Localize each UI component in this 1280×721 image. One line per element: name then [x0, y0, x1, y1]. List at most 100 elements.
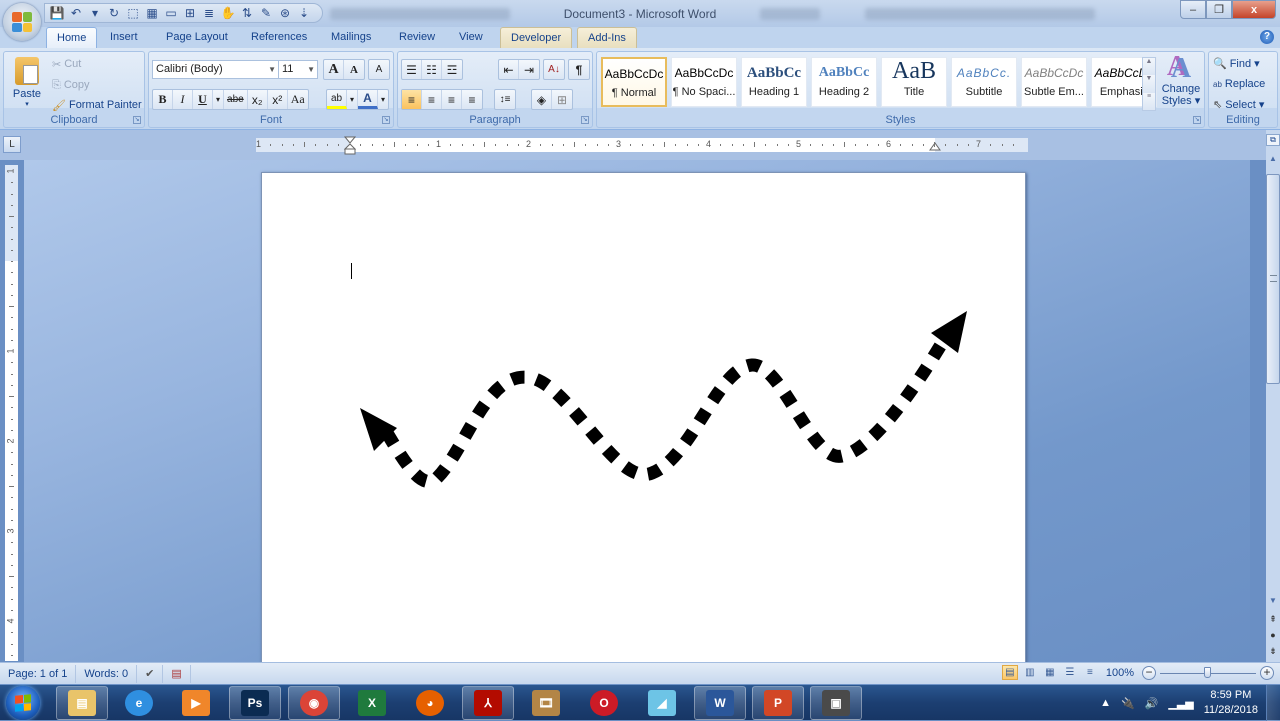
highlight-button[interactable]: ab	[327, 90, 347, 109]
select-button[interactable]: ⇖ Select ▾	[1213, 95, 1264, 113]
vertical-scrollbar[interactable]: ⧉ ▲ ▼ ⇞ ● ⇟	[1266, 130, 1280, 662]
taskbar-firefox[interactable]: ◕	[404, 686, 456, 720]
subscript-button[interactable]: x₂	[248, 90, 268, 109]
style-subtitle[interactable]: AaBbCc. Subtitle	[951, 57, 1017, 107]
underline-button[interactable]: U	[193, 90, 213, 109]
zoom-out-button[interactable]: −	[1142, 665, 1156, 680]
tab-developer[interactable]: Developer	[500, 27, 573, 48]
taskbar-notepad[interactable]: ◢	[636, 686, 688, 720]
italic-button[interactable]: I	[173, 90, 193, 109]
scroll-down-icon[interactable]: ▼	[1266, 596, 1280, 610]
chevron-down-icon[interactable]: ▼	[307, 61, 315, 78]
cut-button[interactable]: ✂ Cut	[52, 55, 81, 73]
justify-button[interactable]: ≡	[462, 90, 482, 109]
style-no-spacing[interactable]: AaBbCcDc ¶ No Spaci...	[671, 57, 737, 107]
volume-icon[interactable]: 🔊	[1145, 697, 1159, 710]
bold-button[interactable]: B	[153, 90, 173, 109]
taskbar-acrobat[interactable]: ⅄	[462, 686, 514, 720]
tab-add-ins[interactable]: Add-Ins	[577, 27, 637, 48]
replace-button[interactable]: ab Replace	[1213, 75, 1265, 93]
browse-object-icon[interactable]: ●	[1266, 630, 1280, 644]
font-color-button[interactable]: A	[358, 90, 379, 109]
web-layout-icon[interactable]: ▦	[1042, 665, 1058, 680]
taskbar-video-editor[interactable]: 🎞	[520, 686, 572, 720]
styles-gallery-scroll[interactable]: ▲ ▼ ≡	[1142, 57, 1156, 111]
chevron-down-icon[interactable]: ▼	[268, 61, 276, 78]
taskbar-media-player[interactable]: ▶	[170, 686, 222, 720]
sort-button[interactable]: A↓	[544, 60, 564, 79]
superscript-button[interactable]: x²	[268, 90, 288, 109]
start-button[interactable]	[6, 686, 40, 720]
gallery-down-icon[interactable]: ▼	[1143, 75, 1155, 93]
maximize-button[interactable]: ❐	[1206, 0, 1232, 19]
font-size-combo[interactable]: 11 ▼	[278, 60, 318, 79]
styles-launcher-icon[interactable]: ↘	[1193, 116, 1201, 124]
taskbar-photoshop[interactable]: Ps	[229, 686, 281, 720]
decrease-indent-button[interactable]: ⇤	[499, 60, 519, 79]
style-subtle-emphasis[interactable]: AaBbCcDc Subtle Em...	[1021, 57, 1087, 107]
tab-home[interactable]: Home	[46, 27, 98, 48]
page-count[interactable]: Page: 1 of 1	[0, 664, 77, 683]
view-ruler-icon[interactable]: ⧉	[1266, 134, 1280, 146]
draft-view-icon[interactable]: ≡	[1082, 665, 1098, 680]
taskbar-excel[interactable]: X	[346, 686, 398, 720]
gallery-up-icon[interactable]: ▲	[1143, 58, 1155, 76]
curved-dotted-arrow-shape[interactable]	[262, 173, 1027, 673]
style-heading-1[interactable]: AaBbCc Heading 1	[741, 57, 807, 107]
word-count[interactable]: Words: 0	[76, 664, 138, 683]
zoom-slider[interactable]	[1160, 666, 1256, 680]
multilevel-list-button[interactable]: ☲	[442, 60, 462, 79]
underline-dropdown-icon[interactable]: ▾	[213, 90, 225, 109]
zoom-level[interactable]: 100%	[1106, 667, 1134, 679]
full-screen-reading-icon[interactable]: ▥	[1022, 665, 1038, 680]
strikethrough-button[interactable]: abe	[224, 90, 248, 109]
tab-mailings[interactable]: Mailings	[321, 27, 381, 48]
paragraph-launcher-icon[interactable]: ↘	[581, 116, 589, 124]
clipboard-launcher-icon[interactable]: ↘	[133, 116, 141, 124]
clock[interactable]: 8:59 PM 11/28/2018	[1204, 688, 1258, 718]
office-button[interactable]	[3, 3, 41, 41]
help-icon[interactable]: ?	[1260, 30, 1274, 44]
tab-view[interactable]: View	[449, 27, 493, 48]
increase-indent-button[interactable]: ⇥	[519, 60, 539, 79]
align-left-button[interactable]: ≡	[402, 90, 422, 109]
change-case-button[interactable]: Aa	[288, 90, 308, 109]
numbering-button[interactable]: ☷	[422, 60, 442, 79]
horizontal-ruler[interactable]: 1 1 2 3 4 5 6 7	[256, 136, 1028, 155]
macro-record-icon[interactable]: ▤	[163, 664, 191, 683]
tab-page-layout[interactable]: Page Layout	[156, 27, 238, 48]
document-page[interactable]	[261, 172, 1026, 672]
minimize-button[interactable]: –	[1180, 0, 1206, 19]
font-launcher-icon[interactable]: ↘	[382, 116, 390, 124]
vertical-ruler[interactable]: 1 1 2 3 4	[5, 165, 18, 661]
network-signal-icon[interactable]: ▁▃▅	[1168, 697, 1193, 710]
taskbar-chrome[interactable]: ◉	[288, 686, 340, 720]
style-normal[interactable]: AaBbCcDc ¶ Normal	[601, 57, 667, 107]
indent-marker-icon[interactable]	[344, 136, 356, 156]
paste-button[interactable]: Paste ▾	[10, 55, 44, 117]
style-title[interactable]: AaB Title	[881, 57, 947, 107]
zoom-in-button[interactable]: +	[1260, 665, 1274, 680]
taskbar-file-explorer[interactable]: ▤	[56, 686, 108, 720]
show-hidden-icons[interactable]: ▲	[1100, 697, 1111, 709]
tab-review[interactable]: Review	[389, 27, 445, 48]
find-button[interactable]: 🔍 Find ▾	[1213, 54, 1260, 72]
taskbar-powerpoint[interactable]: P	[752, 686, 804, 720]
format-painter-button[interactable]: 🖌 Format Painter	[52, 96, 142, 114]
tab-references[interactable]: References	[241, 27, 317, 48]
show-desktop-button[interactable]	[1266, 685, 1280, 721]
font-color-dropdown-icon[interactable]: ▾	[378, 90, 388, 109]
proofing-icon[interactable]: ✔	[137, 664, 164, 683]
copy-button[interactable]: ⎘ Copy	[52, 76, 90, 94]
taskbar-internet-explorer[interactable]: e	[113, 686, 165, 720]
clear-formatting-button[interactable]: A	[369, 60, 389, 79]
print-layout-view-icon[interactable]: ▤	[1001, 665, 1018, 680]
shading-button[interactable]: ◈	[532, 90, 552, 109]
taskbar-word[interactable]: W	[694, 686, 746, 720]
close-button[interactable]: x	[1232, 0, 1276, 19]
change-styles-button[interactable]: A Change Styles ▾	[1160, 55, 1202, 108]
next-page-icon[interactable]: ⇟	[1266, 646, 1280, 660]
center-button[interactable]: ≡	[422, 90, 442, 109]
taskbar-screen-recorder[interactable]: ▣	[810, 686, 862, 720]
taskbar-opera[interactable]: O	[578, 686, 630, 720]
